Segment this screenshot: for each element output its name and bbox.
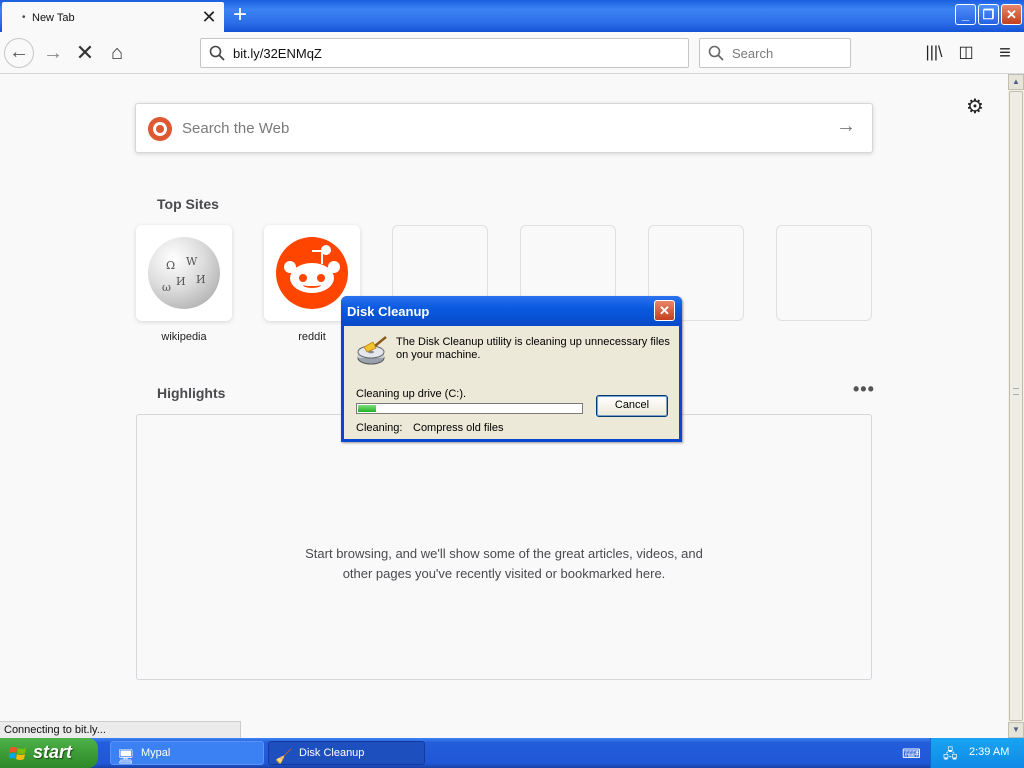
taskbar-item-label: Disk Cleanup: [299, 747, 365, 759]
top-sites-title: Top Sites: [157, 196, 219, 212]
dialog-message: The Disk Cleanup utility is cleaning up …: [396, 336, 670, 361]
dialog-close-button[interactable]: ✕: [654, 300, 675, 321]
clock[interactable]: 2:39 AM: [969, 746, 1009, 758]
url-bar[interactable]: bit.ly/32ENMqZ: [200, 38, 689, 68]
top-site-label: wikipedia: [161, 331, 207, 343]
reddit-icon: [276, 237, 348, 309]
scrollbar-thumb[interactable]: [1009, 91, 1023, 721]
status-text: Connecting to bit.ly...: [0, 721, 241, 738]
drive-status-label: Cleaning up drive (C:).: [356, 388, 467, 400]
cancel-button[interactable]: Cancel: [596, 395, 668, 417]
network-icon[interactable]: 🖧: [943, 745, 958, 767]
progress-fill: [358, 405, 376, 412]
highlights-empty-message: Start browsing, and we'll show some of t…: [305, 546, 703, 581]
forward-button[interactable]: →: [38, 38, 68, 68]
top-site-empty: [776, 225, 872, 321]
web-search-box[interactable]: Search the Web →: [135, 103, 873, 153]
taskbar-item-label: Mypal: [141, 747, 171, 759]
tab-loading-dot: •: [22, 12, 26, 23]
browser-tab-strip: • New Tab ✕ + _ ❐ ✕: [0, 0, 1024, 32]
start-label: start: [33, 742, 73, 762]
arrow-right-icon[interactable]: →: [836, 115, 856, 138]
wikipedia-icon: Ω W И И ω: [148, 237, 220, 309]
windows-logo-icon: [9, 747, 26, 760]
window-close-button[interactable]: ✕: [1001, 4, 1022, 25]
taskbar-item-mypal[interactable]: 🖥 Mypal: [110, 741, 264, 765]
tab-title: New Tab: [32, 12, 75, 24]
scroll-up-icon[interactable]: ▲: [1008, 74, 1024, 90]
scroll-down-icon[interactable]: ▼: [1008, 722, 1024, 738]
search-placeholder: Search: [732, 46, 774, 61]
restore-button[interactable]: ❐: [978, 4, 999, 25]
cleaning-item: Compress old files: [413, 422, 504, 434]
minimize-button[interactable]: _: [955, 4, 976, 25]
cleanup-progress-bar: [356, 403, 583, 414]
vertical-scrollbar[interactable]: ▲ ▼: [1008, 74, 1024, 738]
mypal-icon: 🖥: [117, 748, 135, 764]
keyboard-icon[interactable]: ⌨: [902, 746, 921, 762]
dialog-title-bar[interactable]: Disk Cleanup ✕: [341, 296, 682, 326]
library-icon[interactable]: |||\: [919, 38, 949, 68]
back-button[interactable]: ←: [4, 38, 34, 68]
web-search-placeholder: Search the Web: [182, 120, 290, 137]
highlights-title: Highlights: [157, 385, 226, 401]
more-options-icon[interactable]: •••: [853, 379, 875, 400]
menu-icon[interactable]: ≡: [990, 38, 1020, 68]
search-input[interactable]: Search: [699, 38, 851, 68]
cleaning-label: Cleaning:: [356, 422, 403, 434]
search-icon: [708, 45, 724, 61]
new-tab-button[interactable]: +: [228, 3, 252, 28]
dialog-title: Disk Cleanup: [347, 304, 430, 319]
sidebar-icon[interactable]: ◫: [951, 38, 981, 68]
disk-cleanup-icon: 🧹: [275, 748, 293, 764]
disk-cleanup-icon: [357, 336, 387, 365]
navigation-toolbar: ← → ✕ ⌂ bit.ly/32ENMqZ Search |||\ ◫ ≡: [0, 32, 1024, 74]
gear-icon[interactable]: ⚙: [966, 94, 984, 119]
tab-new-tab[interactable]: • New Tab ✕: [2, 2, 224, 32]
duckduckgo-icon: [148, 117, 172, 141]
home-button[interactable]: ⌂: [102, 38, 132, 68]
stop-button[interactable]: ✕: [70, 38, 100, 68]
taskbar-item-disk-cleanup[interactable]: 🧹 Disk Cleanup: [268, 741, 425, 765]
disk-cleanup-dialog: Disk Cleanup ✕ The Disk Cleanup utility …: [341, 296, 682, 442]
system-tray: 🖧 2:39 AM: [930, 738, 1024, 768]
search-icon: [209, 45, 225, 61]
top-site-wikipedia[interactable]: Ω W И И ω: [136, 225, 232, 321]
taskbar: start 🖥 Mypal 🧹 Disk Cleanup ⌨ 🖧 2:39 AM: [0, 738, 1024, 768]
start-button[interactable]: start: [0, 738, 98, 768]
url-text: bit.ly/32ENMqZ: [233, 46, 322, 61]
tab-close-icon[interactable]: ✕: [200, 8, 218, 26]
